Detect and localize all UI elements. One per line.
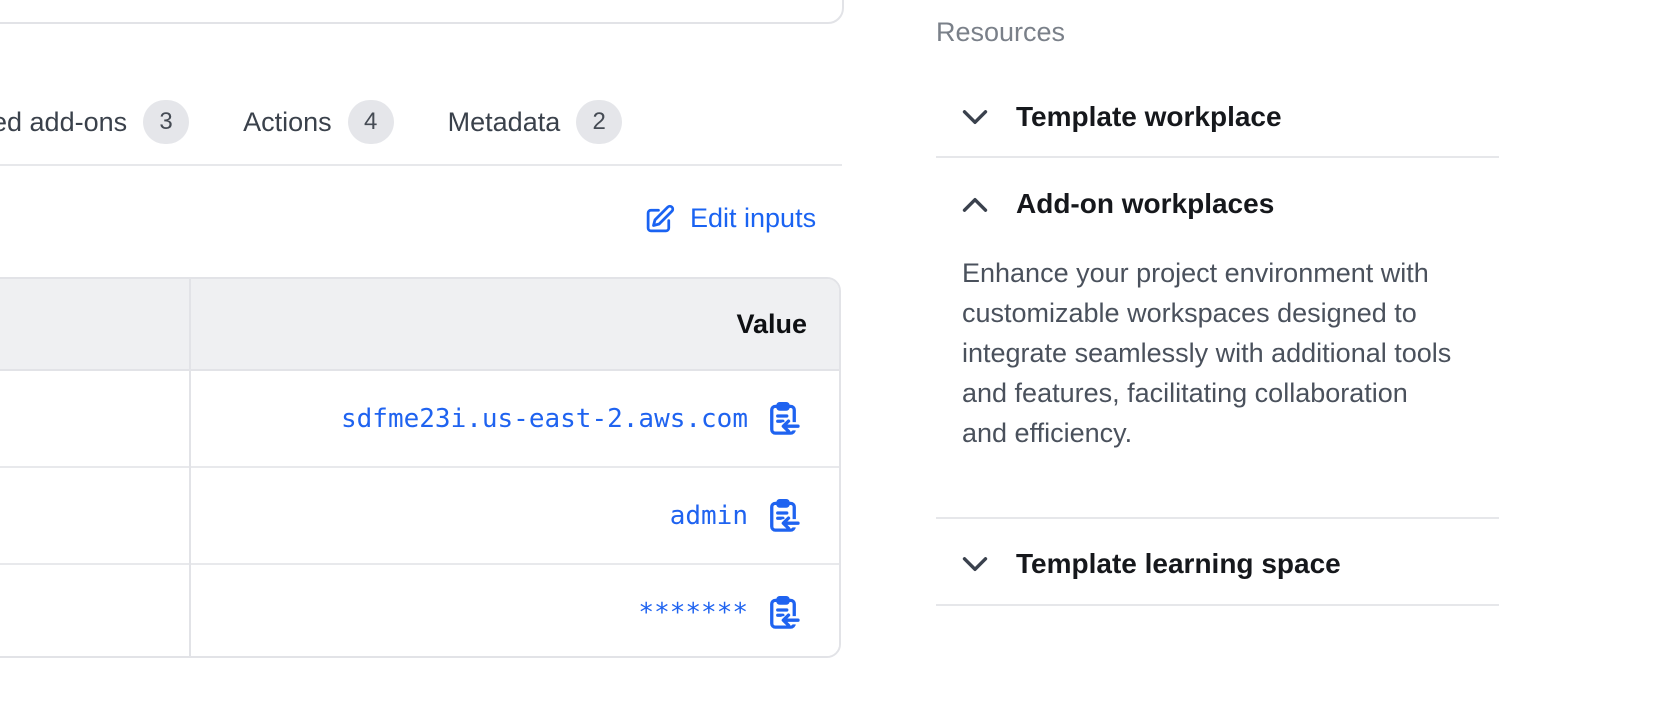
tab-bar: ed add-ons 3 Actions 4 Metadata 2 <box>0 98 622 146</box>
tab-label: ed add-ons <box>0 107 127 138</box>
section-template-learning-space[interactable]: Template learning space <box>962 542 1341 586</box>
page: ed add-ons 3 Actions 4 Metadata 2 Edit i… <box>0 0 1672 728</box>
section-title: Template workplace <box>1016 101 1282 133</box>
clipboard-copy-icon <box>765 595 801 631</box>
section-divider <box>936 156 1499 158</box>
table-column-divider <box>189 279 191 656</box>
clipboard-copy-icon <box>765 498 801 534</box>
count-badge: 2 <box>576 100 622 144</box>
tab-actions[interactable]: Actions 4 <box>243 100 394 144</box>
value-column-header: Value <box>736 309 807 340</box>
copy-value-button[interactable] <box>765 498 801 534</box>
tabs-divider <box>0 164 842 166</box>
clipboard-copy-icon <box>765 401 801 437</box>
table-row: sdfme23i.us-east-2.aws.com <box>0 371 839 466</box>
endpoint-value-text: sdfme23i.us-east-2.aws.com <box>341 404 748 434</box>
top-card-fragment <box>0 0 844 24</box>
section-title: Template learning space <box>1016 548 1341 580</box>
table-row: ******* <box>0 563 839 658</box>
tab-installed-add-ons[interactable]: ed add-ons 3 <box>0 100 189 144</box>
inputs-table: Value sdfme23i.us-east-2.aws.com admin <box>0 277 841 658</box>
count-badge: 4 <box>348 100 394 144</box>
section-template-workplace[interactable]: Template workplace <box>962 95 1282 139</box>
section-description: Enhance your project environment with cu… <box>962 253 1458 453</box>
copy-value-button[interactable] <box>765 595 801 631</box>
edit-inputs-label: Edit inputs <box>690 203 816 234</box>
table-row: admin <box>0 466 839 563</box>
tab-metadata[interactable]: Metadata 2 <box>448 100 623 144</box>
password-value-text: ******* <box>638 598 748 628</box>
section-add-on-workplaces[interactable]: Add-on workplaces <box>962 182 1274 226</box>
edit-pencil-icon <box>644 202 677 235</box>
copy-value-button[interactable] <box>765 401 801 437</box>
username-value-text: admin <box>670 501 748 531</box>
section-divider <box>936 517 1499 519</box>
section-divider <box>936 604 1499 606</box>
edit-inputs-button[interactable]: Edit inputs <box>644 199 816 237</box>
tab-label: Metadata <box>448 107 561 138</box>
chevron-down-icon <box>962 556 988 573</box>
chevron-up-icon <box>962 196 988 213</box>
table-header-row: Value <box>0 279 839 371</box>
resources-panel-title: Resources <box>936 17 1065 48</box>
count-badge: 3 <box>143 100 189 144</box>
chevron-down-icon <box>962 109 988 126</box>
section-title: Add-on workplaces <box>1016 188 1274 220</box>
tab-label: Actions <box>243 107 332 138</box>
